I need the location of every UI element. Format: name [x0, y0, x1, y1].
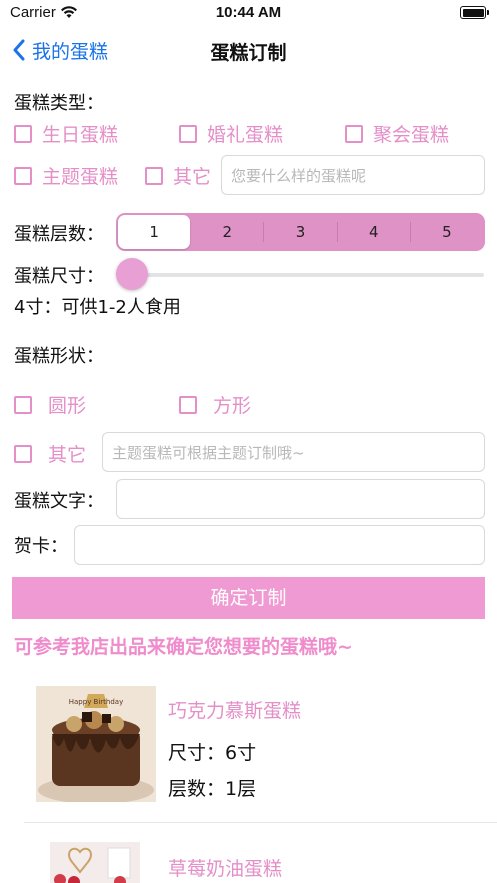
- status-bar: Carrier 10:44 AM: [0, 0, 497, 28]
- checkbox-label: 其它: [173, 166, 212, 188]
- segment-1[interactable]: 1: [118, 215, 191, 249]
- checkbox-birthday[interactable]: 生日蛋糕: [14, 120, 118, 147]
- size-slider-knob[interactable]: [116, 258, 148, 290]
- segment-2[interactable]: 2: [191, 215, 263, 249]
- checkbox-label: 婚礼蛋糕: [207, 124, 284, 146]
- segment-3[interactable]: 3: [264, 215, 336, 249]
- checkbox-label: 方形: [213, 395, 252, 417]
- checkbox-label: 生日蛋糕: [42, 124, 119, 146]
- checkbox-box[interactable]: [14, 395, 32, 414]
- checkbox-square[interactable]: 方形: [179, 391, 251, 418]
- layers-segmented-control[interactable]: 1 2 3 4 5: [116, 213, 485, 251]
- checkbox-label: 其它: [48, 444, 87, 466]
- product-item[interactable]: Happy Birthday 巧克力慕斯蛋糕 尺寸：6寸 层数：1层: [0, 686, 497, 804]
- page-title: 蛋糕订制: [210, 42, 287, 64]
- placeholder-text: 主题蛋糕可根据主题订制哦~: [112, 443, 305, 462]
- checkbox-box[interactable]: [14, 444, 32, 463]
- cake-text-label: 蛋糕文字：: [14, 491, 104, 512]
- cake-topper-text: Happy Birthday: [69, 698, 124, 706]
- placeholder-text: 您要什么样的蛋糕呢: [231, 166, 367, 185]
- checkbox-box[interactable]: [345, 124, 363, 143]
- cake-type-other-input[interactable]: 您要什么样的蛋糕呢: [221, 155, 485, 195]
- status-time: 10:44 AM: [215, 4, 282, 21]
- card-input[interactable]: [74, 525, 485, 565]
- checkbox-box[interactable]: [145, 166, 163, 185]
- size-label: 蛋糕尺寸：: [14, 266, 104, 287]
- shape-other-input[interactable]: 主题蛋糕可根据主题订制哦~: [102, 432, 485, 472]
- battery-icon: [460, 6, 489, 19]
- checkbox-box[interactable]: [14, 166, 32, 185]
- confirm-button[interactable]: 确定订制: [12, 577, 485, 619]
- checkbox-label: 主题蛋糕: [42, 166, 119, 188]
- checkbox-round[interactable]: 圆形: [14, 391, 86, 418]
- checkbox-party[interactable]: 聚会蛋糕: [345, 120, 449, 147]
- shape-label: 蛋糕形状：: [14, 346, 104, 367]
- product-layers: 层数：1层: [168, 778, 257, 800]
- segment-5[interactable]: 5: [411, 215, 483, 249]
- card-label: 贺卡：: [14, 536, 68, 557]
- checkbox-box[interactable]: [179, 124, 197, 143]
- list-divider: [24, 822, 497, 823]
- cake-type-label: 蛋糕类型：: [14, 93, 104, 114]
- product-image: [50, 842, 140, 883]
- reference-title: 可参考我店出品来确定您想要的蛋糕哦~: [14, 636, 353, 658]
- checkbox-theme[interactable]: 主题蛋糕: [14, 162, 118, 189]
- product-item[interactable]: 草莓奶油蛋糕: [0, 842, 497, 883]
- product-size: 尺寸：6寸: [168, 742, 257, 764]
- product-name: 草莓奶油蛋糕: [168, 858, 283, 880]
- checkbox-shape-other[interactable]: 其它: [14, 440, 86, 467]
- checkbox-wedding[interactable]: 婚礼蛋糕: [179, 120, 283, 147]
- size-slider-track[interactable]: [132, 273, 484, 277]
- segment-4[interactable]: 4: [338, 215, 410, 249]
- cake-text-input[interactable]: [116, 479, 485, 519]
- product-image: Happy Birthday: [36, 686, 156, 802]
- layers-label: 蛋糕层数：: [14, 224, 104, 245]
- product-name: 巧克力慕斯蛋糕: [168, 700, 302, 722]
- checkbox-label: 圆形: [48, 395, 87, 417]
- size-description: 4寸：可供1-2人食用: [14, 297, 181, 318]
- checkbox-box[interactable]: [14, 124, 32, 143]
- checkbox-label: 聚会蛋糕: [373, 124, 450, 146]
- checkbox-type-other[interactable]: 其它: [145, 162, 211, 189]
- checkbox-box[interactable]: [179, 395, 197, 414]
